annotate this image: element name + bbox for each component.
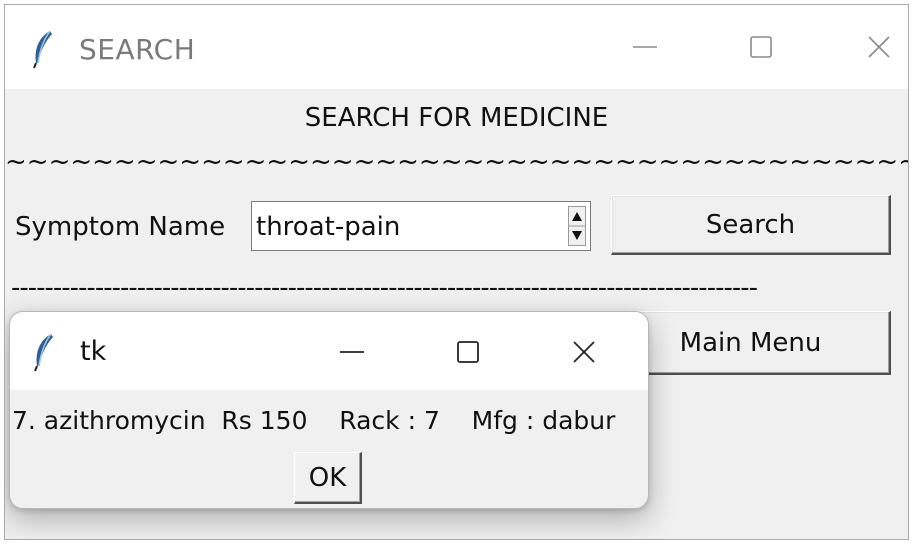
close-icon (573, 341, 595, 363)
minimize-icon (340, 351, 364, 353)
dash-separator: ----------------------------------------… (11, 273, 758, 303)
feather-icon (33, 30, 52, 69)
minimize-icon (633, 46, 657, 48)
popup-message: 7. azithromycin Rs 150 Rack : 7 Mfg : da… (12, 406, 616, 435)
maximize-button[interactable] (741, 27, 781, 67)
popup-title: tk (80, 336, 107, 367)
spin-arrows-icon[interactable] (568, 206, 586, 246)
feather-icon (34, 333, 53, 372)
maximize-icon (750, 36, 772, 58)
ok-button[interactable]: OK (294, 452, 362, 504)
message-popup: tk 7. azithromycin Rs 150 Rack : 7 Mfg :… (9, 311, 649, 509)
symptom-spinbox[interactable]: throat-pain (251, 201, 591, 251)
search-window: SEARCH SEARCH FOR MEDICINE ~~~~~~~~~~~~~… (4, 4, 909, 540)
main-menu-button[interactable]: Main Menu (611, 311, 891, 375)
tilde-separator: ~~~~~~~~~~~~~~~~~~~~~~~~~~~~~~~~~~~~~~~~… (5, 147, 909, 177)
popup-minimize-button[interactable] (332, 332, 372, 372)
title-bar[interactable]: SEARCH (5, 5, 908, 89)
popup-title-bar[interactable]: tk (10, 312, 648, 390)
popup-close-button[interactable] (564, 332, 604, 372)
symptom-label: Symptom Name (15, 212, 226, 242)
close-button[interactable] (859, 27, 899, 67)
search-button[interactable]: Search (611, 195, 891, 255)
minimize-button[interactable] (625, 27, 665, 67)
page-heading: SEARCH FOR MEDICINE (304, 103, 609, 133)
close-icon (868, 36, 890, 58)
popup-maximize-button[interactable] (448, 332, 488, 372)
window-title: SEARCH (79, 33, 196, 66)
maximize-icon (457, 341, 479, 363)
symptom-input[interactable]: throat-pain (256, 212, 400, 242)
